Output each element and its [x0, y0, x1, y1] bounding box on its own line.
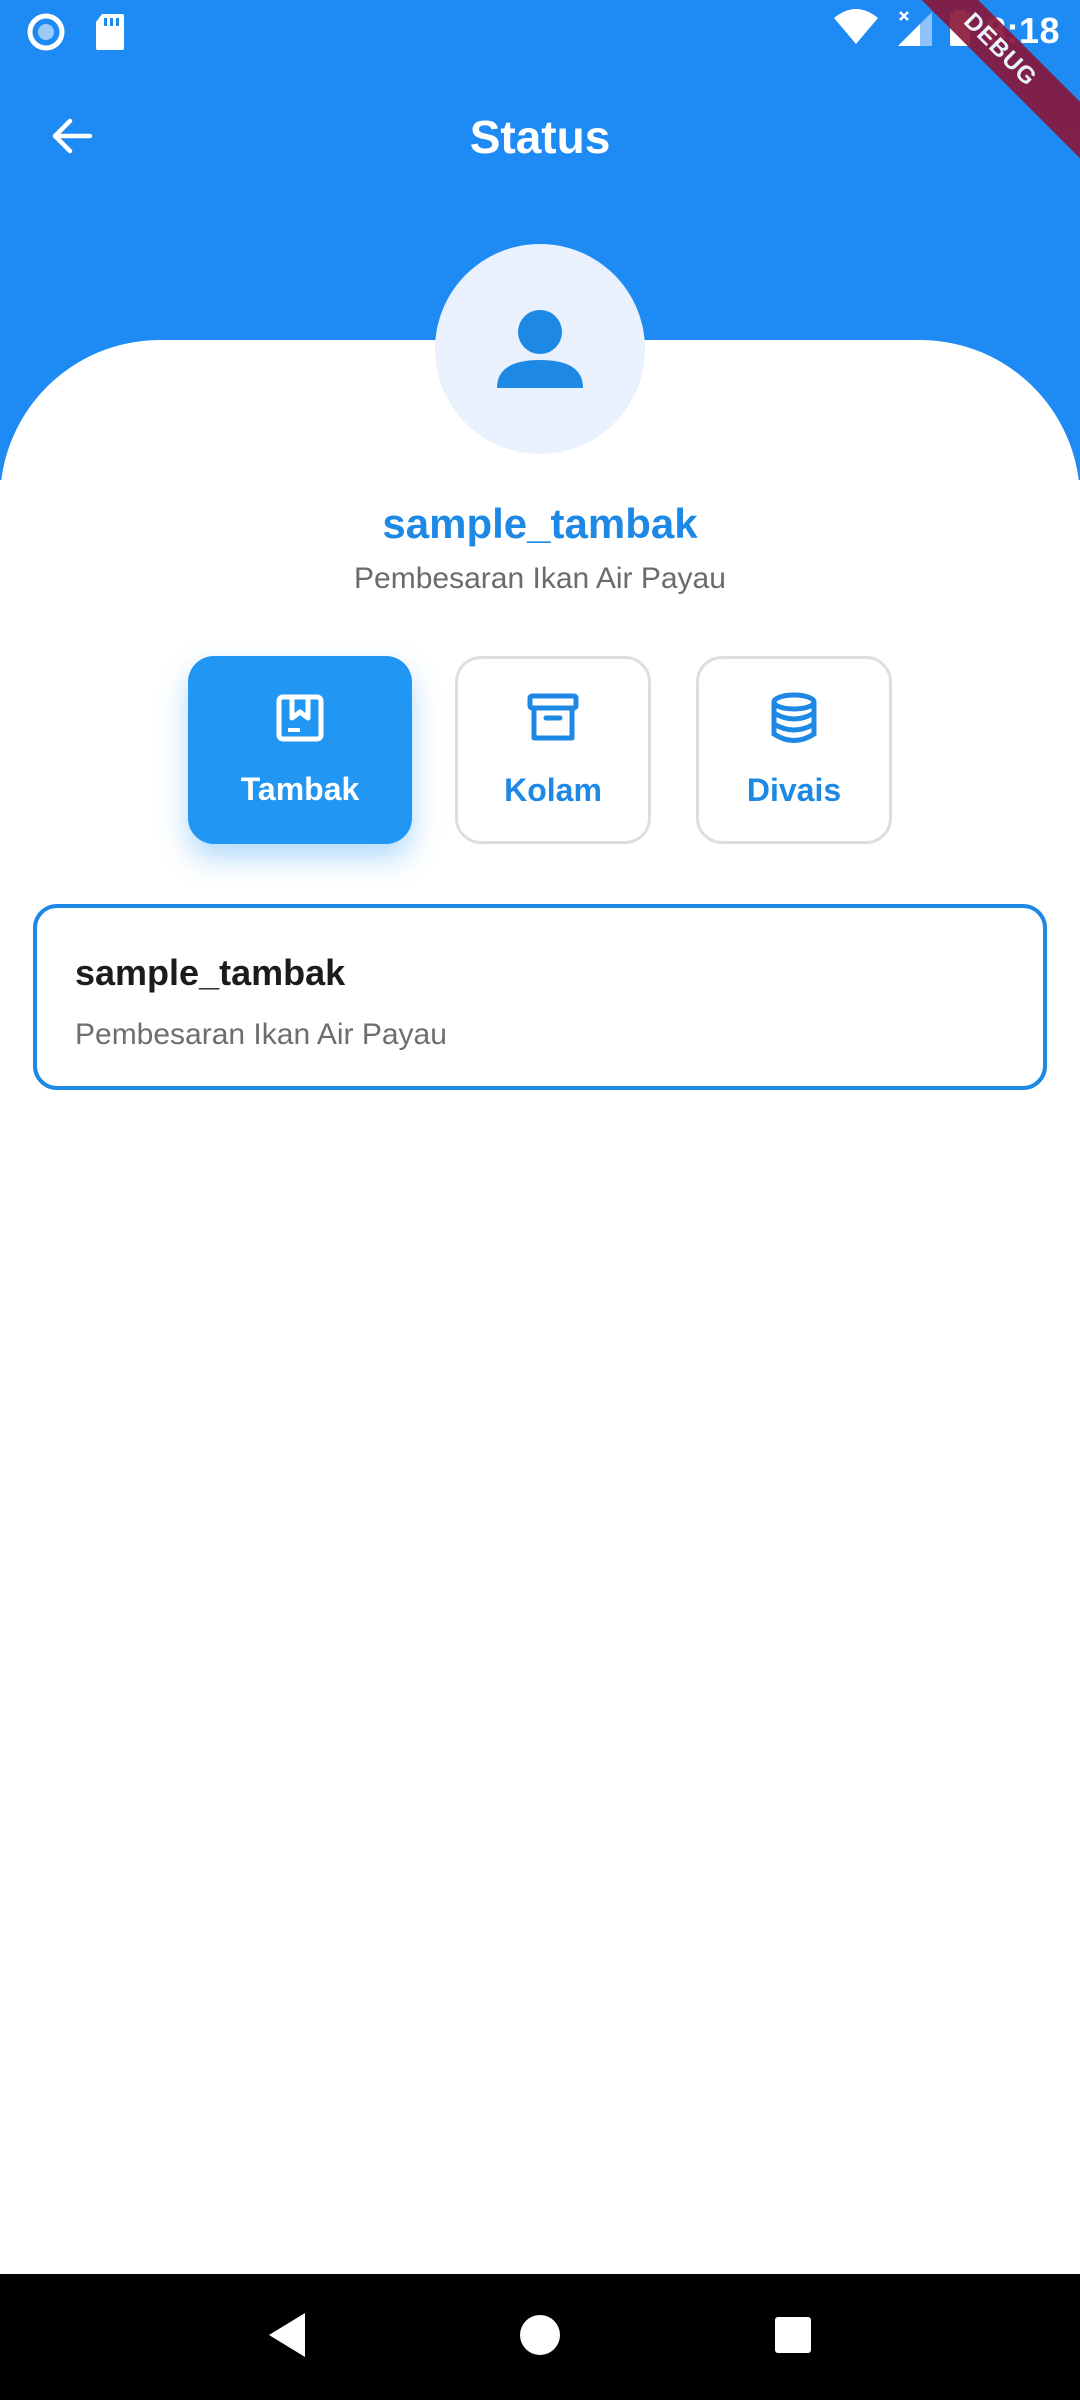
nav-back-button[interactable]	[247, 2297, 327, 2377]
bookmark-book-icon	[274, 692, 326, 749]
tab-kolam[interactable]: Kolam	[455, 656, 651, 844]
wifi-icon	[832, 8, 880, 53]
status-bar: 8:18	[0, 0, 1080, 64]
archive-box-icon	[526, 691, 580, 750]
record-icon	[26, 12, 66, 57]
recents-square-icon	[773, 2315, 813, 2360]
status-bar-left	[26, 12, 126, 57]
profile-subtitle: Pembesaran Ikan Air Payau	[354, 562, 726, 595]
back-triangle-icon	[265, 2311, 309, 2364]
app-bar: Status	[0, 90, 1080, 186]
card-title: sample_tambak	[75, 952, 346, 993]
person-icon	[495, 302, 585, 397]
tab-divais[interactable]: Divais	[696, 656, 892, 844]
nav-recents-button[interactable]	[753, 2297, 833, 2377]
tab-tambak[interactable]: Tambak	[188, 656, 412, 844]
tab-kolam-label: Kolam	[504, 772, 602, 808]
profile-name: sample_tambak	[382, 500, 698, 547]
tab-tambak-label: Tambak	[240, 771, 360, 807]
avatar	[435, 244, 645, 454]
database-icon	[767, 691, 821, 750]
nav-home-button[interactable]	[500, 2297, 580, 2377]
card-subtitle: Pembesaran Ikan Air Payau	[75, 1018, 447, 1051]
page-title: Status	[469, 111, 611, 163]
system-nav-bar	[0, 2274, 1080, 2400]
content-sheet	[0, 340, 1080, 2400]
sd-card-icon	[94, 12, 126, 57]
home-circle-icon	[518, 2313, 562, 2362]
tab-divais-label: Divais	[746, 772, 842, 808]
tambak-card[interactable]: sample_tambak Pembesaran Ikan Air Payau	[33, 904, 1047, 1090]
signal-icon	[894, 8, 934, 53]
